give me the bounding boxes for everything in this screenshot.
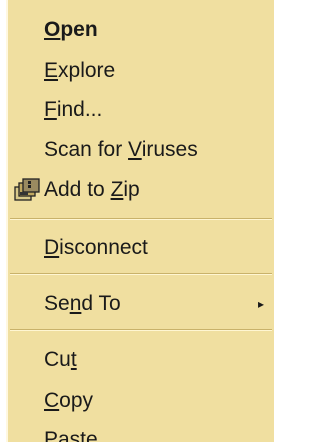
menu-separator xyxy=(10,218,272,220)
menu-item-paste[interactable]: Paste xyxy=(8,420,274,442)
menu-item-add-zip-post: ip xyxy=(123,178,140,201)
menu-item-open[interactable]: Open xyxy=(8,10,274,50)
menu-item-find-accelerator: F xyxy=(44,98,57,121)
menu-item-scan-accelerator: V xyxy=(128,138,142,161)
menu-item-send-to-post: d To xyxy=(81,292,121,315)
menu-item-add-to-zip[interactable]: Add to Zip xyxy=(8,170,274,210)
menu-item-copy-post: opy xyxy=(59,389,94,412)
submenu-arrow-icon: ▸ xyxy=(257,297,264,311)
zip-archive-icon xyxy=(14,178,40,201)
menu-item-add-zip-pre: Add to xyxy=(44,178,111,201)
menu-item-paste-pre: Paste xyxy=(44,428,98,442)
menu-item-explore-post: xplore xyxy=(58,59,116,82)
menu-item-cut-pre: Cu xyxy=(44,348,71,371)
menu-item-scan-post: iruses xyxy=(141,138,198,161)
context-menu: Open Explore Find... Scan for Viruses Ad… xyxy=(6,0,274,442)
menu-item-copy-accelerator: C xyxy=(44,389,60,412)
menu-item-open-accelerator: O xyxy=(44,18,61,41)
menu-item-disconnect-post: isconnect xyxy=(59,236,148,259)
menu-item-scan-pre: Scan for xyxy=(44,138,129,161)
menu-separator xyxy=(10,273,272,275)
menu-item-cut-accelerator: t xyxy=(70,348,77,371)
menu-item-disconnect[interactable]: Disconnect xyxy=(8,228,274,268)
menu-separator xyxy=(10,329,272,331)
menu-item-send-to-pre: Se xyxy=(44,292,70,315)
menu-item-scan-for-viruses[interactable]: Scan for Viruses xyxy=(8,130,274,170)
menu-item-disconnect-accelerator: D xyxy=(44,236,60,259)
menu-item-explore-accelerator: E xyxy=(44,59,59,82)
menu-item-cut[interactable]: Cut xyxy=(8,340,274,380)
menu-item-find-post: ind... xyxy=(56,98,103,121)
menu-item-explore[interactable]: Explore xyxy=(8,51,274,91)
menu-item-send-to[interactable]: Send To ▸ xyxy=(8,284,274,324)
menu-item-open-post: pen xyxy=(60,18,98,41)
menu-item-add-zip-accelerator: Z xyxy=(110,178,124,201)
menu-item-send-to-accelerator: n xyxy=(69,292,82,315)
menu-item-copy[interactable]: Copy xyxy=(8,381,274,421)
menu-item-find[interactable]: Find... xyxy=(8,90,274,130)
